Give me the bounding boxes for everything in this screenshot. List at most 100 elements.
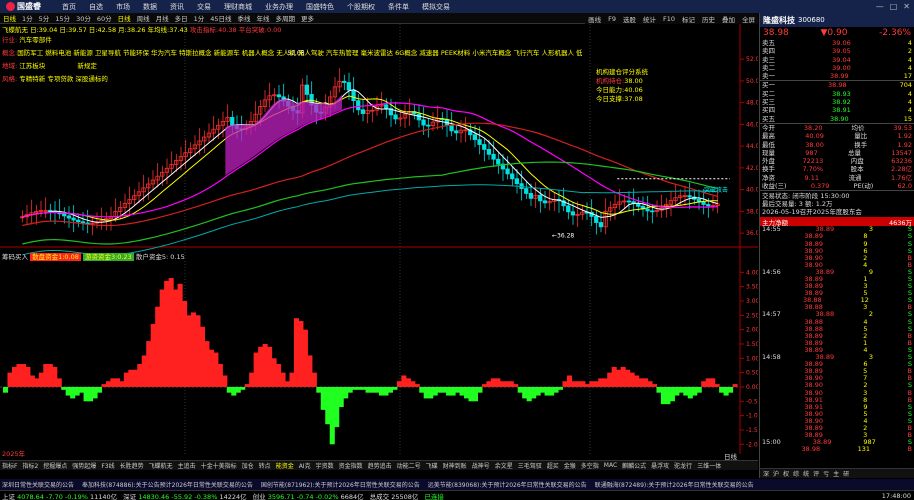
indicator-tab-24[interactable]: 多空指: [581, 461, 599, 470]
index-2[interactable]: 创业 3596.71 -0.74 -0.02% 6684亿: [253, 491, 364, 500]
indicator-tab-6[interactable]: 飞蝶航无: [149, 461, 173, 470]
indicator-tab-29[interactable]: 三维一体: [697, 461, 721, 470]
ob-volume: 4: [907, 39, 912, 47]
ticker-item-4[interactable]: 联通融海(872489):关于预计2026年日常性关联交易的公告: [595, 480, 754, 489]
ticker-item-1[interactable]: 奉加科技(874886):关于公告预计2026年日常性关联交易的公告: [82, 480, 253, 489]
score-title: 机构建仓评分系统: [596, 68, 648, 76]
menu-item-0[interactable]: 首页: [62, 2, 76, 12]
ticker-item-2[interactable]: 国创节能(871962):关于预计2026年日常性关联交易的公告: [261, 480, 420, 489]
index-value: 14830.46: [138, 492, 172, 500]
ticker-item-0[interactable]: 深圳日常性关联交易的公告: [2, 480, 74, 489]
period-button-13[interactable]: 年线: [256, 13, 271, 23]
period-button-4[interactable]: 30分: [75, 13, 92, 23]
indicator-tab-16[interactable]: 动能二号: [397, 461, 421, 470]
index-1[interactable]: 深证 14830.46 -55.92 -0.38% 14224亿: [123, 491, 246, 500]
indicator-tab-20[interactable]: 余文星: [495, 461, 513, 470]
period-button-9[interactable]: 多日: [174, 13, 189, 23]
histogram-bar: [674, 386, 680, 396]
indicator-tab-9[interactable]: 加仓: [242, 461, 254, 470]
quote-tab-3[interactable]: 综: [793, 469, 799, 478]
tool-button-0[interactable]: 画线: [587, 14, 602, 24]
period-button-15[interactable]: 更多: [300, 13, 315, 23]
quote-tab-7[interactable]: 主: [833, 469, 839, 478]
period-button-0[interactable]: 日线: [2, 13, 17, 23]
indicator-tab-1[interactable]: 指标2: [22, 461, 38, 470]
tool-button-1[interactable]: F9: [607, 15, 617, 23]
menu-item-10[interactable]: 条件单: [388, 2, 409, 12]
announcement[interactable]: 2026-05-19召开2025年度股东会: [762, 208, 912, 216]
indicator-tab-2[interactable]: 挖掘爆点: [43, 461, 67, 470]
indicator-tab-23[interactable]: 金猴: [564, 461, 576, 470]
tool-button-6[interactable]: 历史: [701, 14, 716, 24]
indicator-tab-15[interactable]: 趋势追击: [368, 461, 392, 470]
menu-item-2[interactable]: 市场: [116, 2, 130, 12]
indicator-tab-26[interactable]: 麒麟公式: [622, 461, 646, 470]
quote-tab-8[interactable]: 研: [843, 469, 849, 478]
close-icon[interactable]: ✕: [903, 2, 910, 11]
indicator-tab-12[interactable]: AI克: [299, 461, 311, 470]
indicator-tab-18[interactable]: 财神到账: [443, 461, 467, 470]
stat-value: 40.09: [805, 132, 824, 141]
tool-button-7[interactable]: 叠加: [721, 14, 736, 24]
indicator-tab-0[interactable]: 指标F: [2, 461, 17, 470]
indicator-tab-21[interactable]: 三毛驾驭: [518, 461, 542, 470]
period-button-11[interactable]: 45日线: [209, 13, 232, 23]
quote-tab-6[interactable]: 亏: [823, 469, 829, 478]
menu-item-3[interactable]: 数据: [143, 2, 157, 12]
indicator-tab-13[interactable]: 宇资数: [316, 461, 334, 470]
period-button-6[interactable]: 日线: [117, 13, 132, 23]
indicator-tab-22[interactable]: 超买: [547, 461, 559, 470]
period-button-10[interactable]: 1分: [193, 13, 206, 23]
period-button-7[interactable]: 周线: [136, 13, 151, 23]
menu-item-8[interactable]: 国盛特色: [306, 2, 334, 12]
quote-tab-0[interactable]: 深: [763, 469, 769, 478]
indicator-tab-17[interactable]: 飞碟: [426, 461, 438, 470]
app-logo[interactable]: 国盛睿: [0, 1, 62, 12]
period-button-14[interactable]: 多周期: [275, 13, 297, 23]
candle-body: [594, 215, 599, 223]
menu-item-11[interactable]: 模拟交易: [422, 2, 450, 12]
indicator-tab-4[interactable]: F3线: [101, 461, 114, 470]
index-0[interactable]: 上证 4078.64 -7.70 -0.19% 11140亿: [2, 491, 117, 500]
minimize-icon[interactable]: —: [876, 2, 884, 11]
indicator-tab-19[interactable]: 战神号: [472, 461, 490, 470]
maximize-icon[interactable]: □: [890, 2, 898, 11]
indicator-tab-8[interactable]: 十金十美指标: [201, 461, 237, 470]
tool-button-3[interactable]: 统计: [642, 14, 657, 24]
index-pct: -0.38%: [194, 492, 220, 500]
indicator-tab-7[interactable]: 主追击: [178, 461, 196, 470]
tick-side: B: [907, 445, 912, 454]
period-button-3[interactable]: 15分: [54, 13, 71, 23]
period-button-2[interactable]: 5分: [38, 13, 51, 23]
tool-button-8[interactable]: 全屏: [741, 14, 756, 24]
period-button-12[interactable]: 季线: [237, 13, 252, 23]
ticker-item-3[interactable]: 远美节能(839068):关于预计2026年日常性关联交易的公告: [428, 480, 587, 489]
tool-button-4[interactable]: F10: [662, 15, 676, 23]
period-button-5[interactable]: 60分: [96, 13, 113, 23]
menu-item-5[interactable]: 交易: [197, 2, 211, 12]
menu-item-6[interactable]: 理财商城: [224, 2, 252, 12]
period-button-1[interactable]: 1分: [21, 13, 34, 23]
quote-tab-4[interactable]: 统: [803, 469, 809, 478]
histogram-bar: [79, 386, 85, 393]
quote-tab-2[interactable]: 权: [783, 469, 789, 478]
tool-button-5[interactable]: 标记: [681, 14, 696, 24]
indicator-tab-28[interactable]: 驼龙行: [674, 461, 692, 470]
tool-button-2[interactable]: 选股: [622, 14, 637, 24]
indicator-tab-11[interactable]: 能资金: [276, 461, 294, 470]
menu-item-1[interactable]: 自选: [89, 2, 103, 12]
indicator-tab-10[interactable]: 转点: [259, 461, 271, 470]
menu-item-4[interactable]: 资讯: [170, 2, 184, 12]
quote-tab-1[interactable]: 沪: [773, 469, 779, 478]
indicator-tab-5[interactable]: 长胜趋势: [120, 461, 144, 470]
menu-item-9[interactable]: 个股期权: [347, 2, 375, 12]
quote-tab-5[interactable]: 评: [813, 469, 819, 478]
indicator-tab-27[interactable]: 悬浮攻: [651, 461, 669, 470]
last-price: 38.98: [763, 28, 789, 38]
menu-item-7[interactable]: 业务办理: [265, 2, 293, 12]
indicator-tab-3[interactable]: 强势起爆: [72, 461, 96, 470]
tick-list[interactable]: 14:55 38.89 3 S 38.89 8 S 38.89 9 S 38.90 6 S 38.…: [760, 226, 914, 453]
indicator-tab-25[interactable]: MAC: [604, 462, 617, 469]
period-button-8[interactable]: 月线: [155, 13, 170, 23]
indicator-tab-14[interactable]: 资金指数: [339, 461, 363, 470]
